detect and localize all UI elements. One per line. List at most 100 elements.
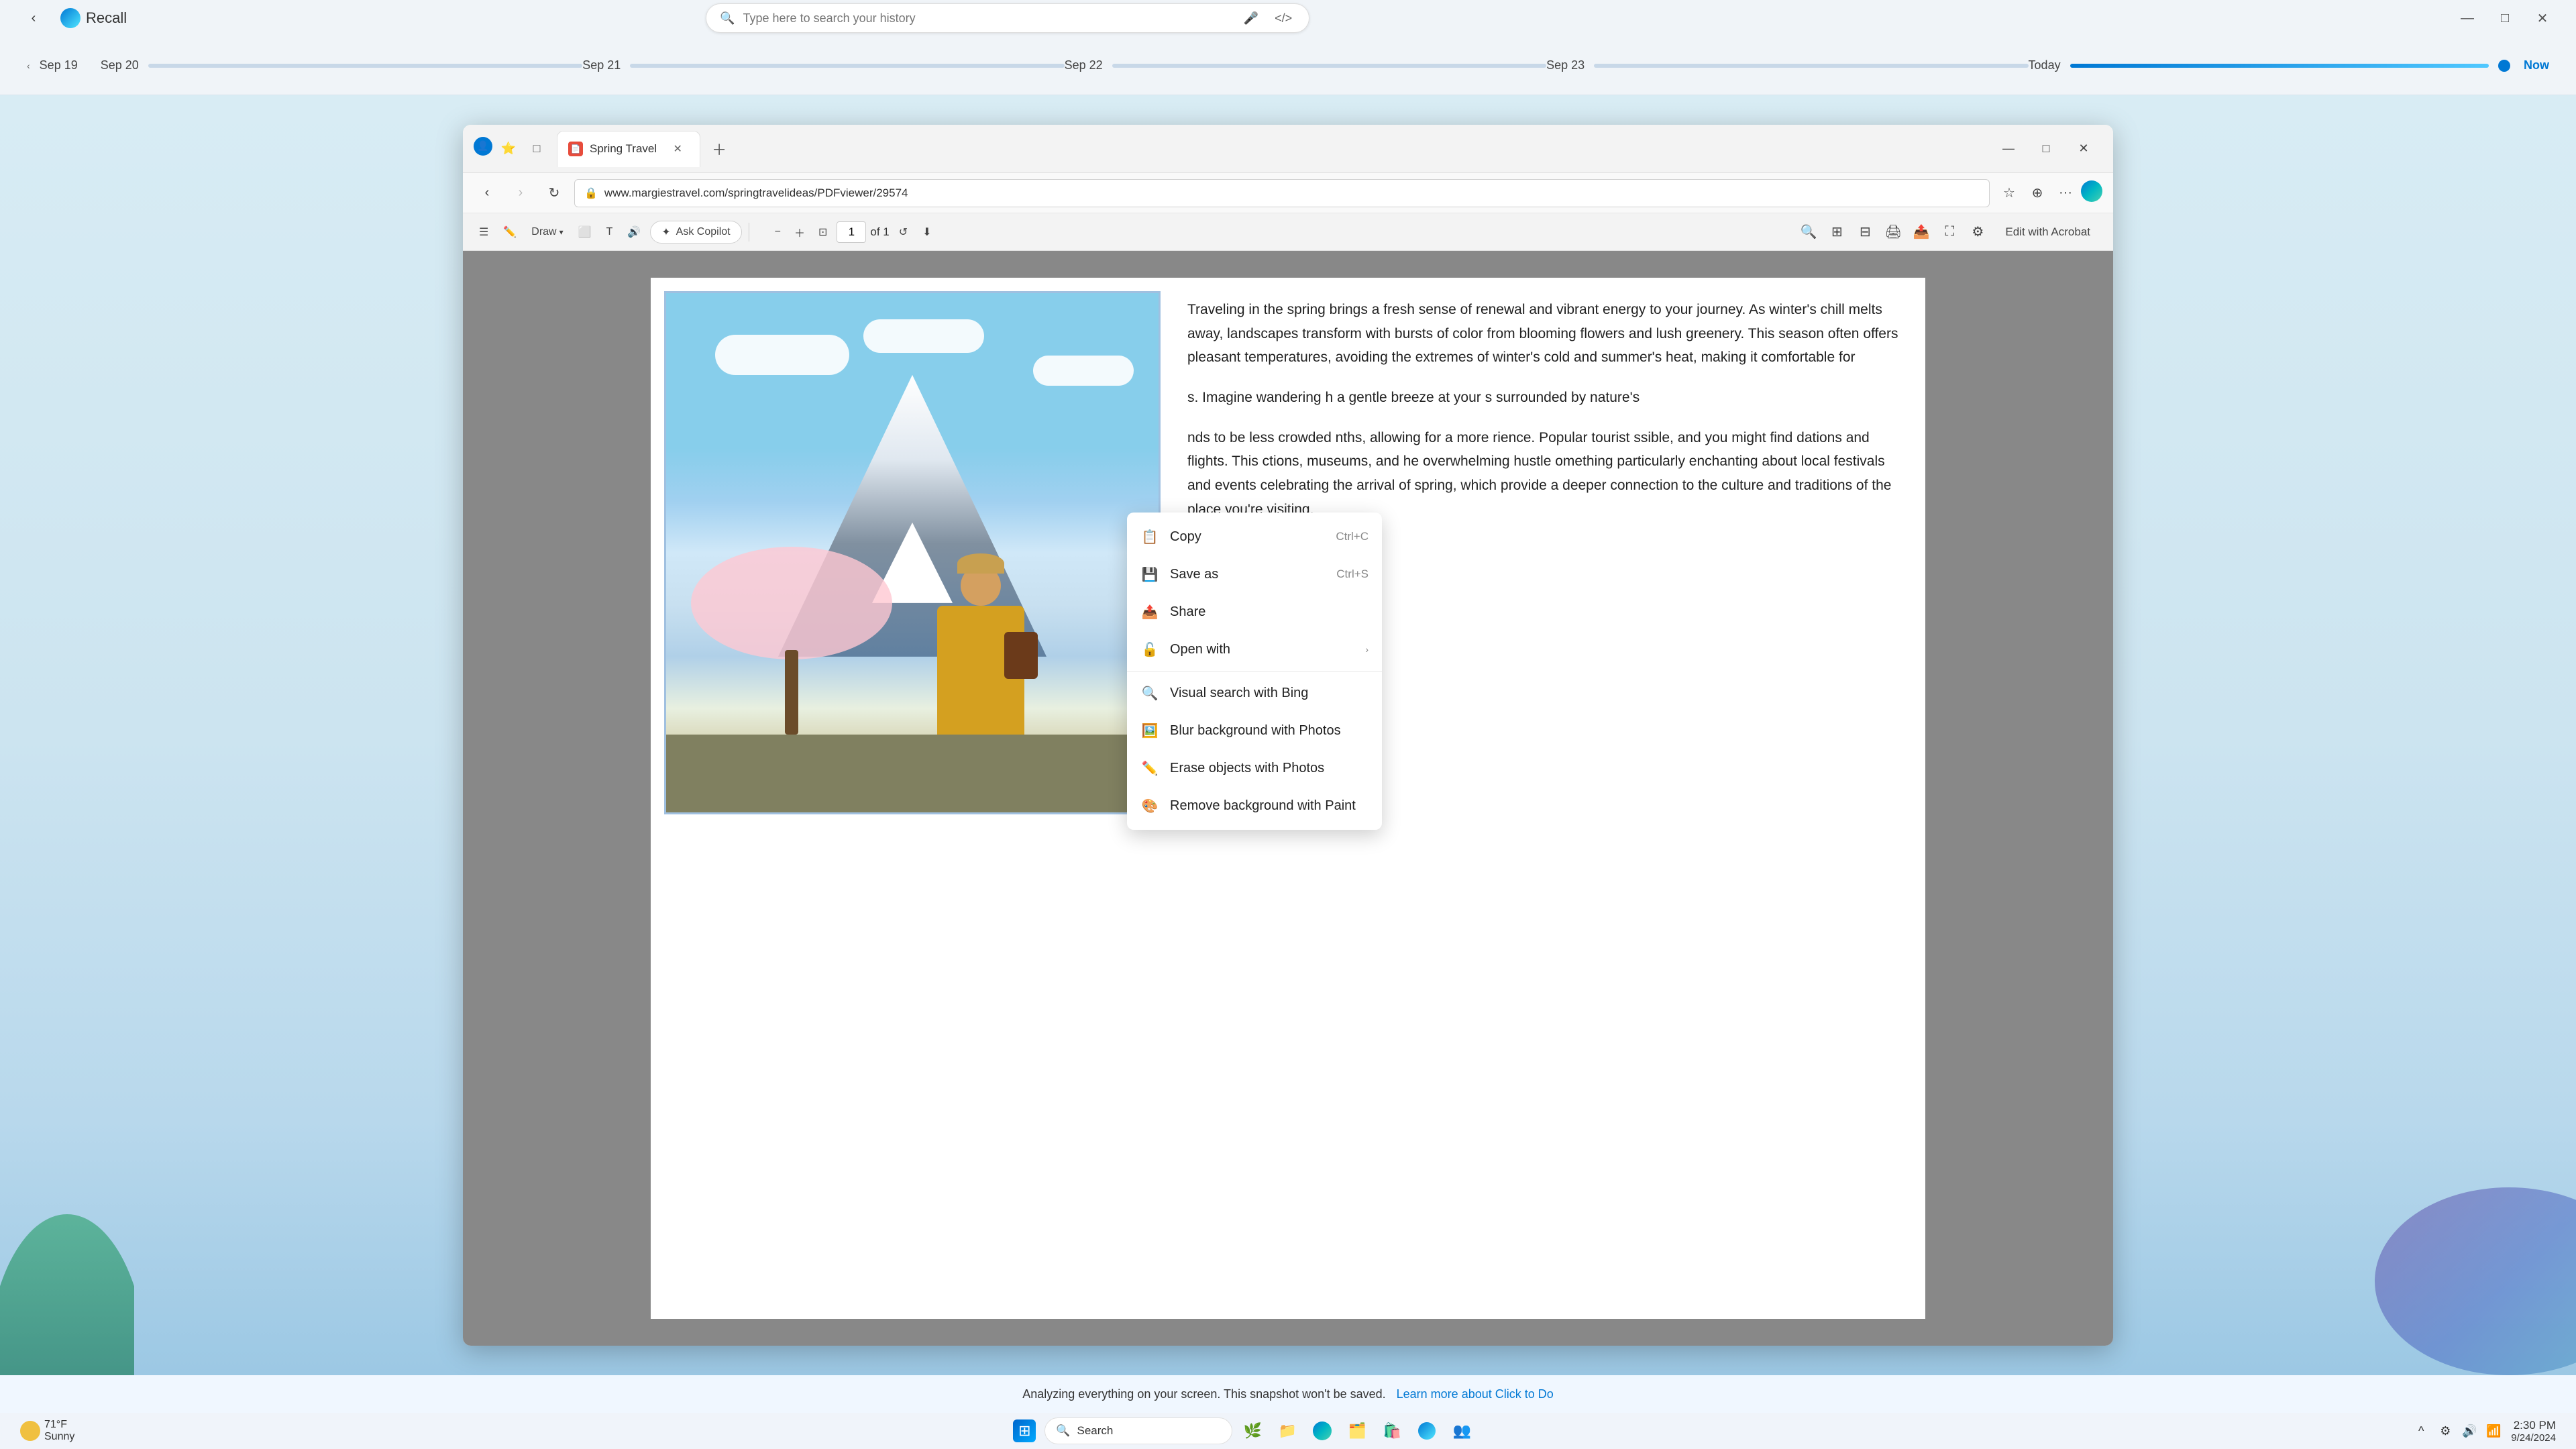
traveler-figure: [937, 566, 1024, 740]
pdf-edit-acrobat-button[interactable]: Edit with Acrobat: [1993, 220, 2102, 244]
ctx-erase-objects[interactable]: ✏️ Erase objects with Photos: [1127, 749, 1382, 787]
new-tab-button[interactable]: ＋: [706, 136, 733, 162]
favorites-button[interactable]: ☆: [1996, 180, 2022, 206]
timeline-track-sep21: [630, 64, 1064, 68]
ctx-share[interactable]: 📤 Share: [1127, 593, 1382, 631]
ctx-copy-label: Copy: [1170, 529, 1325, 545]
pdf-settings-button[interactable]: ⚙: [1965, 219, 1990, 245]
pdf-rotate-button[interactable]: ↺: [894, 220, 913, 244]
ctx-remove-background[interactable]: 🎨 Remove background with Paint: [1127, 787, 1382, 824]
taskbar-clock[interactable]: 2:30 PM 9/24/2024: [2511, 1419, 2556, 1444]
pdf-eraser-button[interactable]: ⬜: [573, 220, 597, 244]
pdf-page-total: of 1: [870, 225, 889, 239]
pdf-fit-page-button[interactable]: ⊡: [813, 220, 833, 244]
pdf-image-section: [664, 291, 1161, 814]
pdf-zoom-out-button[interactable]: −: [769, 220, 786, 244]
timeline-prev-chevron[interactable]: ‹: [27, 60, 30, 71]
window-minimize-button[interactable]: —: [1990, 130, 2027, 168]
window-close-button[interactable]: ✕: [2065, 130, 2102, 168]
ctx-divider: [1127, 671, 1382, 672]
browser-collections-button[interactable]: ⭐: [496, 137, 521, 161]
timeline-item-sep23[interactable]: Sep 23: [1546, 58, 2028, 72]
browser-workspaces-button[interactable]: □: [525, 137, 549, 161]
timeline-label-sep23: Sep 23: [1546, 58, 1585, 72]
ctx-blur-background[interactable]: 🖼️ Blur background with Photos: [1127, 712, 1382, 749]
pdf-page-input[interactable]: [837, 221, 866, 243]
taskbar-explorer-button[interactable]: 🗂️: [1342, 1416, 1372, 1446]
nav-refresh-button[interactable]: ↻: [541, 180, 568, 207]
pdf-annotation-button[interactable]: ✏️: [498, 220, 522, 244]
nav-forward-button[interactable]: ›: [507, 180, 534, 207]
pdf-save-button[interactable]: ⬇: [917, 220, 936, 244]
ctx-open-with-icon: 🔓: [1140, 640, 1159, 659]
recall-code-button[interactable]: </>: [1271, 6, 1295, 30]
timeline-item-sep19[interactable]: ‹ Sep 19: [27, 58, 87, 72]
recall-logo-icon: [60, 8, 80, 28]
timeline-item-sep21[interactable]: Sep 21: [582, 58, 1064, 72]
recall-maximize-button[interactable]: □: [2491, 5, 2518, 32]
network-icon[interactable]: 📶: [2484, 1421, 2503, 1440]
timeline-item-today[interactable]: Today: [2029, 58, 2510, 72]
volume-icon[interactable]: 🔊: [2460, 1421, 2479, 1440]
pdf-toc-button[interactable]: ☰: [474, 220, 494, 244]
pdf-draw-button[interactable]: Draw: [526, 220, 568, 244]
ctx-copy-shortcut: Ctrl+C: [1336, 530, 1368, 543]
timeline-track-sep20: [148, 64, 582, 68]
pdf-two-page-button[interactable]: ⊟: [1852, 219, 1878, 245]
clock-time: 2:30 PM: [2511, 1419, 2556, 1432]
pdf-paragraph-1-cont: s. Imagine wandering h a gentle breeze a…: [1187, 386, 1898, 410]
edge-icon: [1311, 1419, 1334, 1442]
main-content-area: 👤 ⭐ □ 📄 Spring Travel ✕ ＋ — □ ✕ ‹ › ↻ 🔒: [0, 95, 2576, 1375]
ctx-save-as[interactable]: 💾 Save as Ctrl+S: [1127, 555, 1382, 593]
teams-icon: 👥: [1450, 1419, 1473, 1442]
taskbar-windows-button[interactable]: ⊞: [1010, 1416, 1039, 1446]
recall-minimize-button[interactable]: —: [2454, 5, 2481, 32]
pdf-zoom-in-button[interactable]: ＋: [789, 220, 810, 244]
taskbar-recall-button[interactable]: [1412, 1416, 1442, 1446]
recall-controls: — □ ✕: [2454, 5, 2556, 32]
window-maximize-button[interactable]: □: [2027, 130, 2065, 168]
recall-back-button[interactable]: ‹: [20, 5, 47, 32]
pdf-single-page-button[interactable]: ⊞: [1824, 219, 1849, 245]
timeline-label-today: Today: [2029, 58, 2061, 72]
taskbar-store-button[interactable]: 🛍️: [1377, 1416, 1407, 1446]
ctx-save-icon: 💾: [1140, 565, 1159, 584]
browser-profile-icon: 👤: [474, 137, 492, 156]
pdf-ask-copilot-button[interactable]: ✦ Ask Copilot: [650, 221, 741, 244]
tab-close-button[interactable]: ✕: [669, 140, 686, 158]
ground: [666, 735, 1159, 812]
timeline-item-sep20[interactable]: Sep 20: [101, 58, 582, 72]
collections-button[interactable]: ⊕: [2025, 180, 2050, 206]
taskbar-search-bar[interactable]: 🔍 Search: [1044, 1417, 1232, 1444]
browser-tab-spring-travel[interactable]: 📄 Spring Travel ✕: [557, 131, 700, 167]
ctx-open-with[interactable]: 🔓 Open with ›: [1127, 631, 1382, 668]
recall-mic-button[interactable]: 🎤: [1239, 6, 1263, 30]
pdf-read-aloud-button[interactable]: 🔊: [622, 220, 646, 244]
pdf-share-button[interactable]: 📤: [1909, 219, 1934, 245]
recall-search-input[interactable]: [743, 11, 1232, 25]
ctx-share-icon: 📤: [1140, 602, 1159, 621]
recall-search-bar[interactable]: 🔍 🎤 </>: [706, 3, 1309, 33]
system-tray-chevron[interactable]: ^: [2412, 1421, 2430, 1440]
settings-icon[interactable]: ⚙: [2436, 1421, 2455, 1440]
recall-close-button[interactable]: ✕: [2529, 5, 2556, 32]
taskbar-edge-button[interactable]: [1307, 1416, 1337, 1446]
taskbar-files-button[interactable]: 📁: [1273, 1416, 1302, 1446]
pdf-travel-image: [666, 293, 1159, 812]
weather-desc: Sunny: [44, 1431, 74, 1443]
figure-body: [937, 606, 1024, 737]
nav-back-button[interactable]: ‹: [474, 180, 500, 207]
pdf-search-button[interactable]: 🔍: [1796, 219, 1821, 245]
pdf-fullscreen-button[interactable]: ⛶: [1937, 219, 1962, 245]
pdf-draw-label: Draw: [531, 226, 556, 238]
ctx-copy[interactable]: 📋 Copy Ctrl+C: [1127, 518, 1382, 555]
ctx-visual-search[interactable]: 🔍 Visual search with Bing: [1127, 674, 1382, 712]
pdf-text-button[interactable]: T: [601, 220, 619, 244]
address-bar[interactable]: 🔒 www.margiestravel.com/springtravelidea…: [574, 179, 1990, 207]
taskbar-widgets-button[interactable]: 🌿: [1238, 1416, 1267, 1446]
learn-more-link[interactable]: Learn more about Click to Do: [1397, 1387, 1554, 1401]
timeline-item-sep22[interactable]: Sep 22: [1065, 58, 1546, 72]
taskbar-teams-button[interactable]: 👥: [1447, 1416, 1477, 1446]
more-tools-button[interactable]: ···: [2053, 180, 2078, 206]
pdf-print-button[interactable]: 🖨: [1880, 219, 1906, 245]
